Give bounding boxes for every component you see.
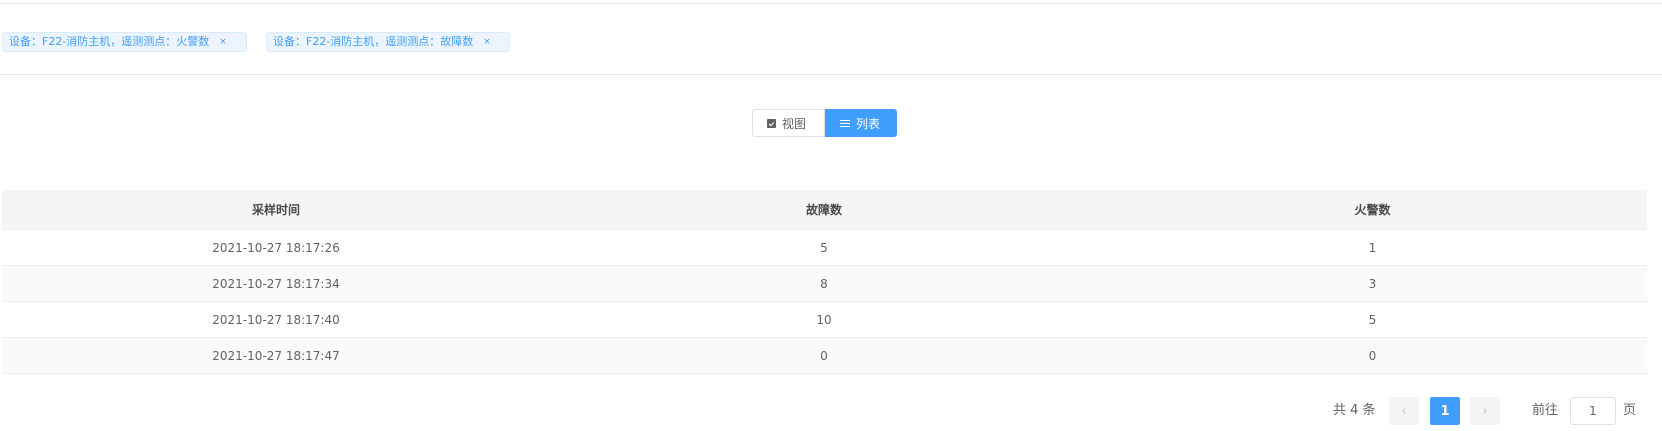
cell-sample-time: 2021-10-27 18:17:40	[212, 312, 340, 327]
table-row: 2021-10-27 18:17:26 5 1	[2, 230, 1647, 266]
filter-tag-fault: 设备：F22-消防主机，遥测测点：故障数 ×	[266, 32, 510, 52]
top-divider	[0, 3, 1662, 4]
goto-page-input[interactable]	[1570, 397, 1616, 425]
cell-fault-count: 0	[820, 348, 828, 363]
filter-tag-fire-alarm: 设备：F22-消防主机，遥测测点：火警数 ×	[2, 32, 247, 52]
goto-suffix-label: 页	[1623, 403, 1637, 418]
cell-fire-count: 5	[1368, 312, 1377, 327]
next-page-button[interactable]: ›	[1470, 397, 1500, 425]
close-icon[interactable]: ×	[219, 32, 227, 52]
cell-fire-count: 3	[1368, 276, 1377, 291]
page-number-button[interactable]: 1	[1430, 397, 1460, 425]
cell-sample-time: 2021-10-27 18:17:26	[212, 240, 340, 255]
filter-tag-label: 设备：F22-消防主机，遥测测点：故障数	[273, 35, 474, 48]
chevron-right-icon: ›	[1482, 403, 1488, 419]
pagination: 共 4 条 ‹ 1 › 前往 页	[0, 397, 1662, 425]
view-toggle-group: 视图 列表	[752, 109, 897, 137]
chevron-left-icon: ‹	[1401, 403, 1407, 419]
cell-fire-count: 1	[1368, 240, 1377, 255]
cell-fault-count: 5	[820, 240, 828, 255]
prev-page-button[interactable]: ‹	[1389, 397, 1419, 425]
table-header: 采样时间 故障数 火警数	[2, 190, 1647, 230]
table-row: 2021-10-27 18:17:40 10 5	[2, 302, 1647, 338]
data-table: 采样时间 故障数 火警数 2021-10-27 18:17:26 5 1 202…	[2, 190, 1647, 374]
view-button[interactable]: 视图	[752, 109, 825, 137]
column-header-fire-count: 火警数	[1354, 203, 1391, 217]
list-button[interactable]: 列表	[825, 109, 897, 137]
list-button-label: 列表	[856, 116, 881, 131]
column-header-sample-time: 采样时间	[251, 203, 300, 217]
chart-icon	[767, 118, 776, 128]
goto-label: 前往	[1532, 403, 1559, 418]
cell-sample-time: 2021-10-27 18:17:34	[212, 276, 340, 291]
table-row: 2021-10-27 18:17:34 8 3	[2, 266, 1647, 302]
cell-fault-count: 8	[820, 276, 828, 291]
cell-sample-time: 2021-10-27 18:17:47	[212, 348, 340, 363]
table-row: 2021-10-27 18:17:47 0 0	[2, 338, 1647, 374]
list-icon	[840, 119, 850, 128]
pagination-total: 共 4 条	[1333, 403, 1376, 418]
cell-fire-count: 0	[1368, 348, 1377, 363]
filter-tag-label: 设备：F22-消防主机，遥测测点：火警数	[9, 35, 210, 48]
column-header-fault-count: 故障数	[805, 203, 842, 217]
filter-divider	[0, 74, 1662, 75]
view-button-label: 视图	[782, 116, 807, 131]
close-icon[interactable]: ×	[483, 32, 491, 52]
cell-fault-count: 10	[816, 312, 832, 327]
